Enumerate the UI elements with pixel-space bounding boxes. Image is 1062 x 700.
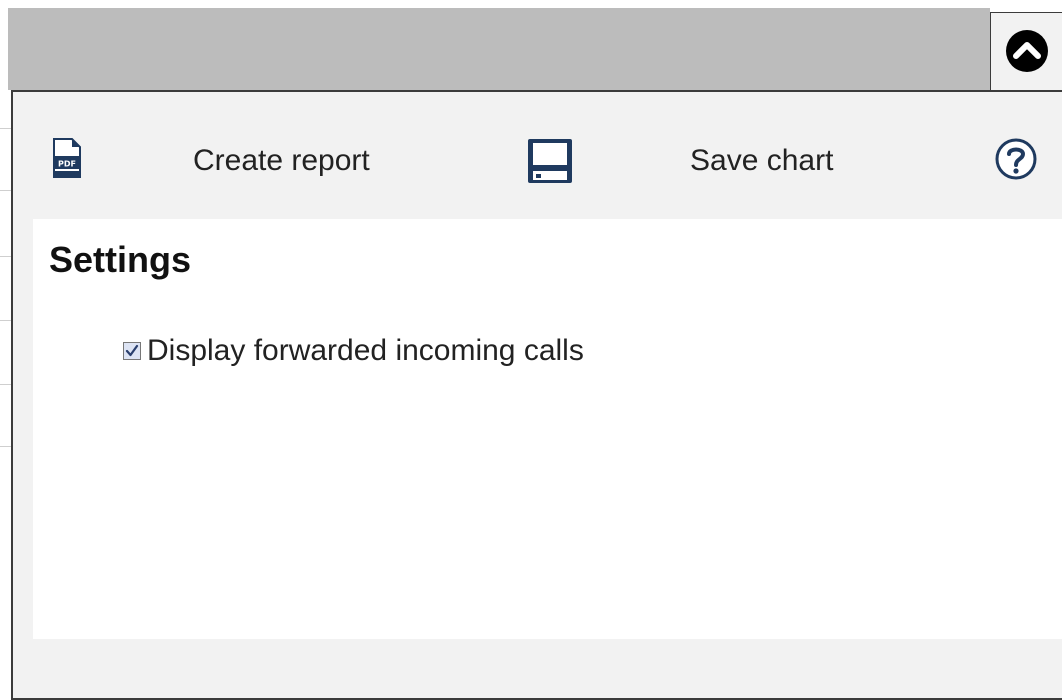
forwarded-calls-option[interactable]: Display forwarded incoming calls <box>123 333 584 369</box>
app-window: PDF Create report Save chart Settings Di… <box>0 0 1062 700</box>
report-panel: PDF Create report Save chart Settings Di… <box>11 90 1062 700</box>
pdf-file-icon[interactable]: PDF <box>51 138 83 178</box>
create-report-button[interactable]: Create report <box>193 144 370 178</box>
forwarded-calls-label[interactable]: Display forwarded incoming calls <box>147 334 584 368</box>
chevron-up-circle-icon[interactable] <box>1005 29 1049 73</box>
floppy-disk-icon[interactable] <box>527 138 573 184</box>
checkmark-icon <box>125 344 139 357</box>
left-edge-strip <box>0 90 11 700</box>
collapse-panel-tab[interactable] <box>990 12 1062 92</box>
question-circle-icon[interactable] <box>995 138 1037 180</box>
top-bar <box>8 8 990 90</box>
toolbar: PDF Create report Save chart <box>13 92 1062 220</box>
pdf-icon-text: PDF <box>58 160 76 169</box>
save-chart-button[interactable]: Save chart <box>690 144 833 178</box>
settings-section: Settings Display forwarded incoming call… <box>33 219 1062 639</box>
settings-title: Settings <box>49 239 192 280</box>
forwarded-calls-checkbox[interactable] <box>123 342 141 360</box>
